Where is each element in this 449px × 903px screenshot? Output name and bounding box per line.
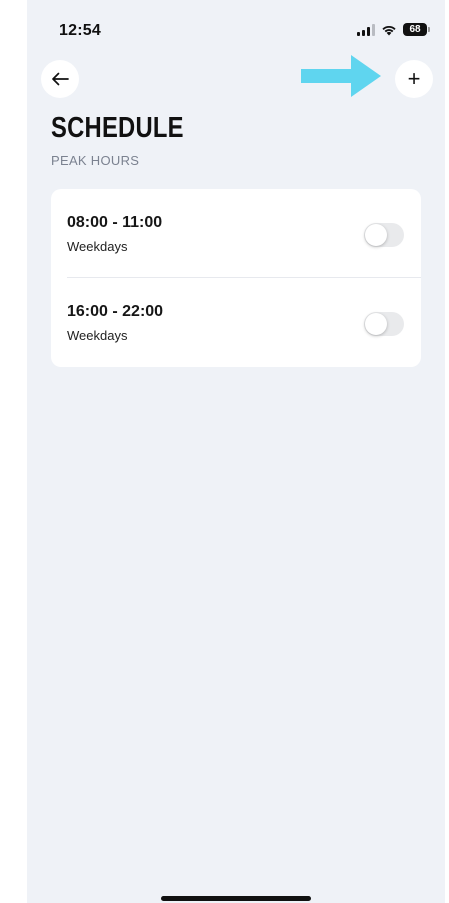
toggle-knob — [365, 313, 387, 335]
page-title: SCHEDULE — [51, 112, 184, 144]
status-icons: 68 — [357, 23, 430, 36]
phone-screen: 12:54 68 + SCHEDULE PEAK HOURS 08:00 - 1… — [27, 0, 445, 903]
plus-icon: + — [407, 66, 421, 91]
add-schedule-button[interactable]: + — [395, 60, 433, 98]
schedule-item[interactable]: 08:00 - 11:00 Weekdays — [51, 189, 421, 278]
schedule-days: Weekdays — [67, 239, 128, 254]
status-time: 12:54 — [59, 22, 101, 39]
page-subtitle: PEAK HOURS — [51, 153, 140, 168]
toggle-knob — [365, 224, 387, 246]
schedule-time-range: 16:00 - 22:00 — [67, 303, 164, 320]
signal-icon — [357, 23, 375, 36]
schedule-list: 08:00 - 11:00 Weekdays 16:00 - 22:00 Wee… — [51, 189, 421, 367]
home-indicator — [161, 896, 311, 901]
arrow-left-icon — [52, 72, 69, 86]
schedule-toggle[interactable] — [364, 312, 404, 336]
schedule-days: Weekdays — [67, 328, 128, 343]
schedule-time-range: 08:00 - 11:00 — [67, 214, 163, 231]
arrow-right-annotation-icon — [301, 55, 381, 97]
schedule-item[interactable]: 16:00 - 22:00 Weekdays — [51, 278, 421, 367]
wifi-icon — [381, 24, 397, 36]
battery-icon: 68 — [403, 23, 430, 36]
back-button[interactable] — [41, 60, 79, 98]
battery-level: 68 — [409, 24, 421, 35]
schedule-toggle[interactable] — [364, 223, 404, 247]
